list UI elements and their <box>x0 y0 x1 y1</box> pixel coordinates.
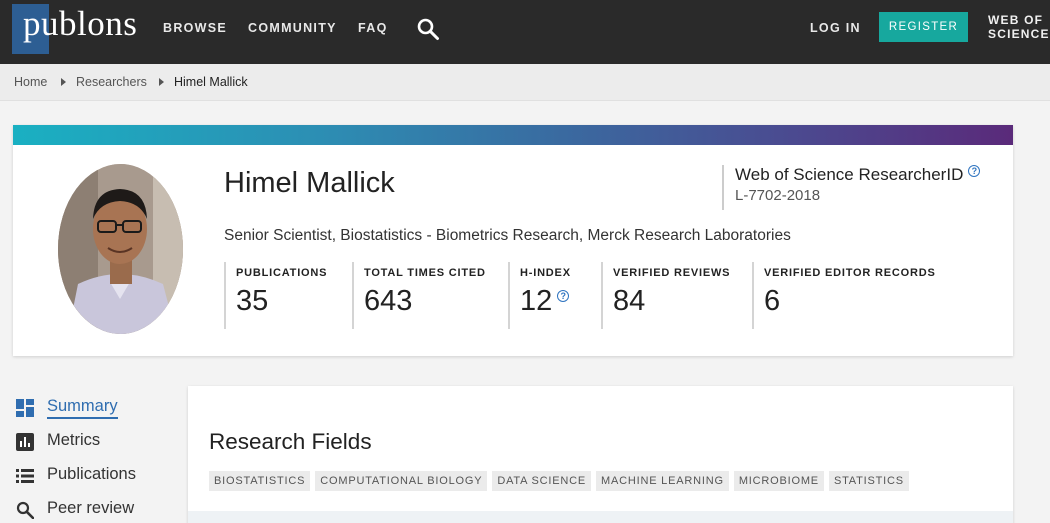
logo-text: publons <box>23 4 138 43</box>
stat-times-cited[interactable]: TOTAL TIMES CITED 643 <box>352 262 486 329</box>
search-icon[interactable] <box>416 17 440 41</box>
avatar <box>58 164 183 334</box>
bar-chart-icon <box>16 433 34 451</box>
help-icon[interactable]: ? <box>557 290 570 302</box>
research-field-tag[interactable]: DATA SCIENCE <box>492 471 591 491</box>
researcher-position: Senior Scientist, Biostatistics - Biomet… <box>224 227 791 244</box>
nav-browse[interactable]: BROWSE <box>163 21 227 35</box>
stat-label: VERIFIED EDITOR RECORDS <box>764 267 936 279</box>
nav-community[interactable]: COMMUNITY <box>248 21 337 35</box>
stat-value: 35 <box>236 285 269 317</box>
wos-link-line2: SCIENCE <box>988 27 1050 41</box>
wos-id-title: Web of Science ResearcherID <box>735 165 964 184</box>
stat-label: VERIFIED REVIEWS <box>613 267 731 279</box>
stat-value: 12 <box>520 285 553 317</box>
wos-id-value: L-7702-2018 <box>735 187 821 204</box>
top-nav: publons BROWSE COMMUNITY FAQ LOG IN REGI… <box>0 0 1050 64</box>
stat-label: TOTAL TIMES CITED <box>364 267 486 279</box>
stat-publications[interactable]: PUBLICATIONS 35 <box>224 262 327 329</box>
stat-label: PUBLICATIONS <box>236 267 328 279</box>
profile-card: Himel Mallick Web of Science ResearcherI… <box>13 125 1013 356</box>
sidebar-item-label: Peer review <box>47 499 135 517</box>
breadcrumb-home[interactable]: Home <box>14 75 47 89</box>
panel-footer-strip <box>188 511 1013 523</box>
breadcrumb-researchers[interactable]: Researchers <box>76 75 147 89</box>
dashboard-icon <box>16 399 34 417</box>
nav-faq[interactable]: FAQ <box>358 21 388 35</box>
wos-researcher-id-box: Web of Science ResearcherID? L-7702-2018 <box>722 165 981 210</box>
researcher-name: Himel Mallick <box>224 167 395 199</box>
research-field-tag[interactable]: MACHINE LEARNING <box>596 471 729 491</box>
help-icon[interactable]: ? <box>968 165 981 177</box>
research-field-tag[interactable]: BIOSTATISTICS <box>209 471 311 491</box>
stat-value: 84 <box>613 285 646 317</box>
sidebar-item-label: Summary <box>47 397 118 419</box>
breadcrumb-current: Himel Mallick <box>174 75 248 89</box>
research-field-tags: BIOSTATISTICS COMPUTATIONAL BIOLOGY DATA… <box>209 471 909 491</box>
search-icon <box>16 501 34 519</box>
sidebar-item-label: Metrics <box>47 431 101 449</box>
research-fields-title: Research Fields <box>209 429 372 454</box>
breadcrumb: Home Researchers Himel Mallick <box>0 64 1050 101</box>
breadcrumb-arrow-icon <box>61 78 66 86</box>
research-field-tag[interactable]: MICROBIOME <box>733 471 824 491</box>
research-field-tag[interactable]: STATISTICS <box>828 471 909 491</box>
stat-label: H-INDEX <box>520 267 571 279</box>
web-of-science-link[interactable]: WEB OF SCIENCE <box>988 13 1050 41</box>
login-link[interactable]: LOG IN <box>810 21 861 35</box>
stat-value: 6 <box>764 285 781 317</box>
stat-h-index[interactable]: H-INDEX 12? <box>508 262 571 329</box>
breadcrumb-arrow-icon <box>159 78 164 86</box>
sidebar-item-label: Publications <box>47 465 136 483</box>
wos-link-line1: WEB OF <box>988 13 1044 27</box>
register-button[interactable]: REGISTER <box>879 12 968 42</box>
stat-verified-reviews[interactable]: VERIFIED REVIEWS 84 <box>601 262 730 329</box>
stat-editor-records[interactable]: VERIFIED EDITOR RECORDS 6 <box>752 262 936 329</box>
card-gradient-bar <box>13 125 1013 145</box>
stat-value: 643 <box>364 285 413 317</box>
list-icon <box>16 469 34 483</box>
research-field-tag[interactable]: COMPUTATIONAL BIOLOGY <box>315 471 488 491</box>
research-fields-panel: Research Fields BIOSTATISTICS COMPUTATIO… <box>188 386 1013 523</box>
